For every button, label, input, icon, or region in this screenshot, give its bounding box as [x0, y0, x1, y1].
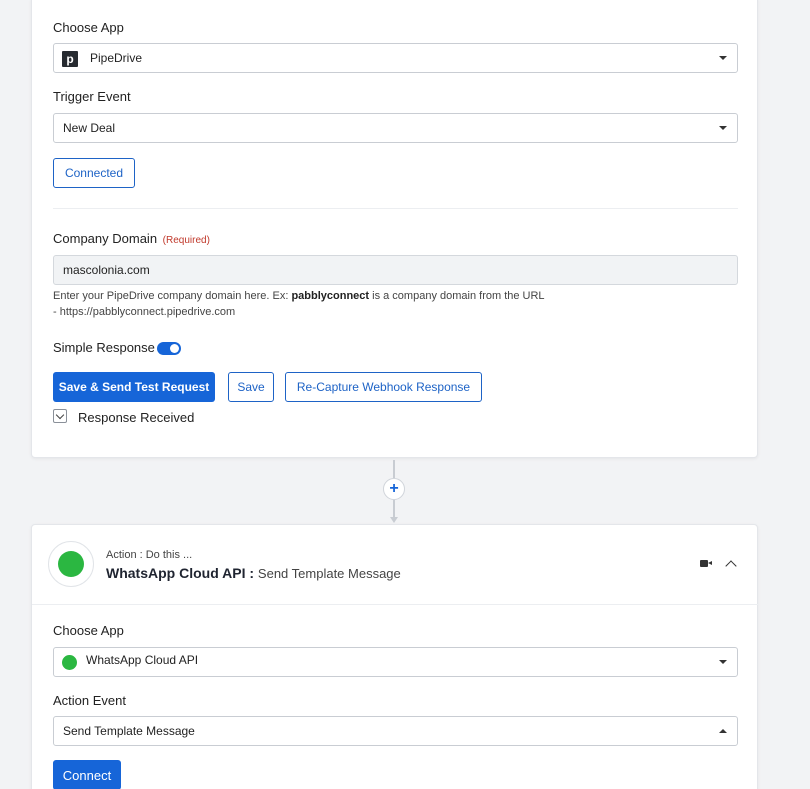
pipedrive-logo-icon: p — [62, 51, 78, 67]
connected-button[interactable]: Connected — [53, 158, 135, 188]
action-event-label: Action Event — [53, 693, 126, 708]
action-app-value: WhatsApp Cloud API — [86, 653, 199, 667]
action-app-title: WhatsApp Cloud API : — [106, 565, 255, 581]
chevron-down-icon — [719, 126, 727, 130]
chevron-up-icon[interactable] — [725, 560, 737, 572]
company-domain-label: Company Domain (Required) — [53, 231, 210, 246]
chevron-down-icon — [719, 56, 727, 60]
help-text-prefix: Enter your PipeDrive company domain here… — [53, 290, 292, 302]
recapture-webhook-button[interactable]: Re-Capture Webhook Response — [285, 372, 482, 402]
action-step-subtitle: Action : Do this ... — [106, 549, 193, 561]
company-domain-help-url: - https://pabblyconnect.pipedrive.com — [53, 306, 236, 318]
whatsapp-logo-icon — [62, 655, 77, 670]
connector-line-bottom — [393, 500, 395, 517]
simple-response-label: Simple Response — [53, 340, 155, 355]
arrow-down-icon — [390, 517, 398, 523]
app-badge — [48, 541, 94, 587]
plus-icon[interactable]: + — [383, 478, 405, 500]
help-text-bold: pabblyconnect — [291, 290, 370, 302]
action-step-card: Action : Do this ... WhatsApp Cloud API … — [31, 524, 759, 789]
action-event-select[interactable]: Send Template Message — [53, 716, 738, 746]
company-domain-label-text: Company Domain — [53, 231, 158, 246]
whatsapp-logo-icon — [58, 551, 84, 577]
required-tag: (Required) — [162, 235, 210, 246]
trigger-event-label: Trigger Event — [53, 89, 131, 104]
video-camera-icon[interactable] — [700, 560, 712, 567]
simple-response-toggle[interactable] — [157, 342, 181, 355]
company-domain-help: Enter your PipeDrive company domain here… — [53, 288, 545, 304]
section-divider — [53, 208, 738, 209]
action-choose-app-select[interactable]: WhatsApp Cloud API — [53, 647, 738, 677]
action-event-value: Send Template Message — [63, 724, 195, 738]
trigger-step-card: Choose App p PipeDrive Trigger Event New… — [31, 0, 758, 458]
trigger-event-value: New Deal — [63, 121, 116, 135]
chevron-down-icon — [719, 660, 727, 664]
connect-button[interactable]: Connect — [53, 760, 121, 789]
company-domain-input[interactable]: mascolonia.com — [53, 255, 738, 285]
response-received-toggle[interactable] — [53, 409, 67, 423]
response-received-label: Response Received — [78, 410, 195, 425]
chevron-up-icon — [719, 729, 727, 733]
action-step-title: WhatsApp Cloud API : Send Template Messa… — [106, 565, 401, 581]
trigger-event-select[interactable]: New Deal — [53, 113, 738, 143]
choose-app-label: Choose App — [53, 20, 124, 35]
company-domain-value: mascolonia.com — [63, 263, 150, 277]
save-button[interactable]: Save — [228, 372, 274, 402]
choose-app-select[interactable]: p PipeDrive — [53, 43, 738, 73]
action-choose-app-label: Choose App — [53, 623, 124, 638]
action-event-title: Send Template Message — [257, 566, 401, 581]
save-send-test-button[interactable]: Save & Send Test Request — [53, 372, 215, 402]
choose-app-value: PipeDrive — [90, 51, 143, 65]
connector-line-top — [393, 460, 395, 478]
help-text-suffix: is a company domain from the URL — [369, 290, 545, 302]
header-divider — [32, 604, 759, 605]
